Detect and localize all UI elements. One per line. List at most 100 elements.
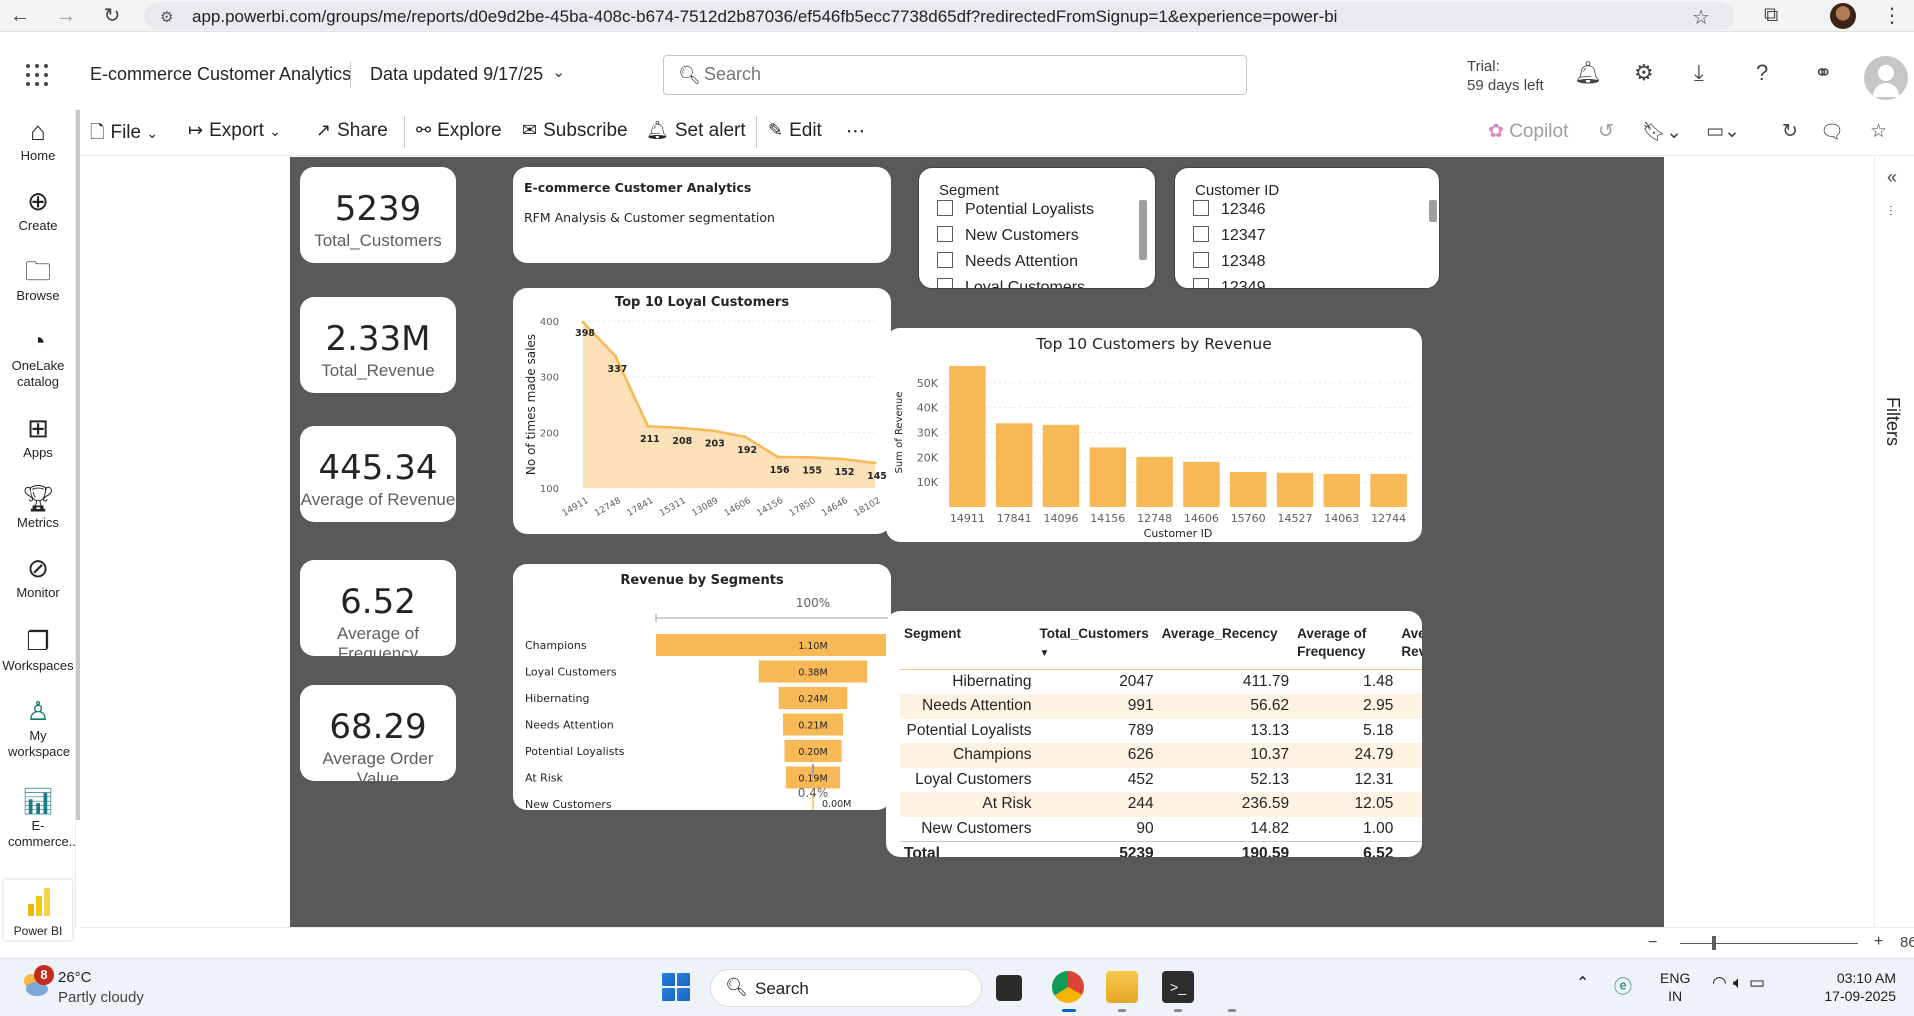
favorite-star-icon[interactable]: ☆ [1870, 120, 1887, 143]
nav-item-my-workspace[interactable]: ♙ My workspace [0, 696, 76, 760]
slicer-option[interactable]: 12346 [1193, 200, 1266, 219]
task-view-icon[interactable] [996, 975, 1022, 1001]
revenue-segments-chart-card[interactable]: Revenue by Segments 100% Champions 1.10M Loy… [513, 564, 891, 810]
checkbox[interactable] [1193, 278, 1209, 288]
kpi-card-average-revenue[interactable]: 445.34 Average of Revenue [300, 426, 456, 522]
wifi-volume-battery-icon[interactable]: ◠🔈︎▭ [1712, 973, 1771, 993]
filters-label[interactable]: Filters [1882, 397, 1903, 446]
checkbox[interactable] [1193, 226, 1209, 242]
search-input[interactable] [704, 64, 1224, 85]
show-hidden-icons-chevron-icon[interactable]: ⌃ [1576, 973, 1589, 993]
nav-item-browse[interactable]: 🗀 Browse [0, 256, 76, 304]
slicer-option[interactable]: 12349 [1193, 278, 1266, 288]
kpi-card-average-frequency[interactable]: 6.52 Average of Frequency [300, 560, 456, 656]
view-icon[interactable]: ▭⌄ [1706, 120, 1740, 143]
kpi-card-total-revenue[interactable]: 2.33M Total_Revenue [300, 297, 456, 393]
table-row[interactable]: Champions62610.3724.791,759.51 [900, 743, 1422, 768]
back-icon[interactable]: ← [8, 4, 32, 28]
slicer-scrollbar[interactable] [1139, 200, 1147, 260]
column-header[interactable]: Average_Recency [1157, 623, 1294, 670]
settings-gear-icon[interactable]: ⚙ [1634, 60, 1654, 86]
file-explorer-icon[interactable] [1106, 971, 1138, 1003]
file-menu-button[interactable]: 🗋 File ⌄ [90, 120, 158, 150]
table-row[interactable]: New Customers 90 14.82 1.0049.68 [900, 817, 1422, 842]
slicer-option[interactable]: Potential Loyalists [937, 200, 1094, 219]
search-box[interactable]: 🔍︎ [663, 55, 1247, 95]
help-icon[interactable]: ? [1756, 60, 1768, 86]
report-title-card[interactable]: E-commerce Customer Analytics RFM Analys… [513, 167, 891, 263]
collapse-pane-icon[interactable]: « [1887, 167, 1897, 188]
more-options-icon[interactable]: ⋯ [846, 120, 865, 143]
browser-profile-avatar[interactable] [1830, 3, 1856, 29]
zoom-in-icon[interactable]: + [1874, 933, 1883, 951]
system-clock[interactable]: 03:10 AM 17-09-2025 [1810, 969, 1896, 1005]
browser-menu-icon[interactable]: ⋮ [1882, 3, 1902, 28]
chrome-icon[interactable] [1052, 971, 1084, 1003]
zoom-out-icon[interactable]: − [1648, 934, 1657, 952]
share-button[interactable]: ↗ Share [316, 120, 388, 142]
download-icon[interactable]: ⤓ [1694, 60, 1704, 86]
table-total-row[interactable]: Total5239190.596.52445.34 [900, 840, 1422, 857]
notifications-bell-icon[interactable]: 🔔︎ [1574, 60, 1602, 86]
checkbox[interactable] [1193, 252, 1209, 268]
kpi-card-total-customers[interactable]: 5239 Total_Customers [300, 167, 456, 263]
windows-start-icon[interactable] [662, 973, 690, 1001]
edit-button[interactable]: ✎ Edit [768, 120, 822, 142]
bookmark-icon[interactable]: 🔖︎⌄ [1642, 120, 1682, 144]
nav-item-apps[interactable]: ⊞ Apps [0, 413, 76, 461]
export-menu-button[interactable]: ↦ Export ⌄ [188, 120, 281, 142]
powerbi-switcher[interactable]: Power BI [4, 880, 72, 940]
column-header[interactable]: Total_Customers ▼ [1035, 623, 1158, 670]
reload-icon[interactable]: ↻ [100, 4, 124, 28]
reset-icon[interactable]: ↺ [1598, 120, 1614, 143]
slicer-scrollbar[interactable] [1429, 200, 1437, 222]
forward-icon[interactable]: → [54, 4, 78, 28]
nav-item-workspaces[interactable]: ❐ Workspaces [0, 626, 76, 674]
column-header[interactable]: Average of Revenue [1397, 623, 1422, 670]
slicer-option[interactable]: 12348 [1193, 252, 1266, 271]
segment-slicer[interactable]: Segment Potential Loyalists New Customer… [918, 167, 1156, 289]
checkbox[interactable] [1193, 200, 1209, 216]
site-info-icon[interactable]: ⚙ [160, 8, 173, 26]
column-header[interactable]: Average of Frequency [1293, 623, 1398, 670]
nav-item-onelake-catalog[interactable]: ◔ OneLake catalog [0, 326, 76, 390]
language-indicator[interactable]: ENG IN [1660, 969, 1690, 1005]
table-row[interactable]: Loyal Customers 452 52.13 12.31840.14 [900, 768, 1422, 793]
slicer-option[interactable]: Needs Attention [937, 252, 1078, 271]
extensions-icon[interactable]: ⧉ [1764, 4, 1778, 27]
user-avatar[interactable] [1864, 56, 1908, 100]
data-updated-label[interactable]: Data updated 9/17/25 [370, 64, 543, 85]
loyal-customers-chart-card[interactable]: Top 10 Loyal Customers No of times made s… [513, 288, 891, 534]
copilot-tray-icon[interactable]: ⓔ [1614, 973, 1632, 999]
slicer-option[interactable]: New Customers [937, 226, 1079, 245]
comment-icon[interactable]: 🗨︎ [1820, 120, 1844, 144]
nav-item-monitor[interactable]: ⊘ Monitor [0, 553, 76, 601]
zoom-level[interactable]: 86% [1900, 934, 1914, 951]
weather-description[interactable]: Partly cloudy [58, 989, 144, 1006]
weather-temperature[interactable]: 26°C [58, 969, 92, 986]
address-bar[interactable]: ⚙ app.powerbi.com/groups/me/reports/d0e9… [144, 2, 1734, 30]
chevron-down-icon[interactable]: ⌄ [552, 62, 565, 82]
refresh-icon[interactable]: ↻ [1782, 120, 1798, 143]
segment-table-card[interactable]: Segment Total_Customers ▼ Average_Recency… [886, 611, 1422, 857]
slicer-option[interactable]: 12347 [1193, 226, 1266, 245]
zoom-slider-thumb[interactable] [1712, 936, 1716, 950]
checkbox[interactable] [937, 226, 953, 242]
revenue-customers-chart-card[interactable]: Top 10 Customers by Revenue Sum of Revenu… [886, 328, 1422, 542]
subscribe-button[interactable]: ✉ Subscribe [522, 120, 628, 142]
checkbox[interactable] [937, 200, 953, 216]
nav-item-metrics[interactable]: 🏆︎ Metrics [0, 483, 76, 531]
table-row[interactable]: Hibernating 2047 411.79 1.48115.46 [900, 670, 1422, 695]
terminal-icon[interactable]: >_ [1162, 971, 1194, 1003]
nav-item-report[interactable]: 📊︎ E-commerce.. [0, 786, 76, 850]
set-alert-button[interactable]: 🔔︎ Set alert [646, 120, 746, 142]
explore-button[interactable]: ⚯ Explore [416, 120, 502, 142]
table-row[interactable]: Potential Loyalists 789 13.13 5.18258.23 [900, 719, 1422, 744]
checkbox[interactable] [937, 278, 953, 288]
zoom-slider-track[interactable] [1680, 943, 1858, 944]
nav-item-create[interactable]: ⊕ Create [0, 186, 76, 234]
taskbar-search[interactable]: 🔍︎ Search [710, 969, 982, 1007]
slicer-option[interactable]: Loyal Customers [937, 278, 1085, 288]
customer-id-slicer[interactable]: Customer ID 12346 12347 12348 12349 [1174, 167, 1440, 289]
nav-item-home[interactable]: ⌂ Home [0, 116, 76, 164]
